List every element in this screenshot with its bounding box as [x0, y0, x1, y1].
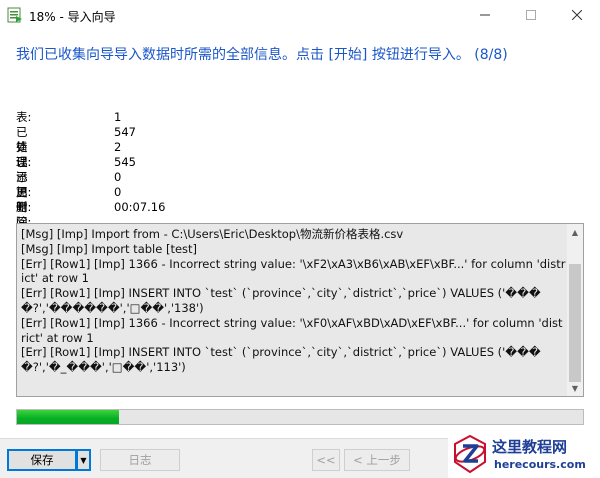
progress-fill: [17, 410, 119, 424]
minimize-icon: [480, 14, 490, 16]
chevron-down-icon: ▼: [80, 455, 87, 465]
site-watermark: 这里教程网 herecours.com: [448, 430, 600, 478]
close-icon: [572, 10, 582, 20]
import-wizard-icon: [7, 7, 22, 23]
window-title: 18% - 导入向导: [29, 10, 116, 24]
first-step-button[interactable]: <<: [312, 449, 340, 471]
maximize-icon: [526, 10, 536, 20]
import-progress-bar: [16, 409, 584, 425]
minimize-button[interactable]: [462, 0, 508, 30]
log-line: [Msg] [Imp] Import table [test]: [21, 241, 198, 256]
stat-value: 0: [114, 185, 122, 199]
stat-value: 547: [114, 125, 136, 139]
stat-value: 0: [114, 170, 122, 184]
stat-label: 表:: [16, 110, 32, 124]
log-line: [Err] [Row1] [Imp] INSERT INTO `test` (`…: [21, 345, 541, 375]
import-log[interactable]: [Msg] [Imp] Import from - C:\Users\Eric\…: [16, 223, 584, 397]
stat-value: 2: [114, 140, 122, 154]
title-bar: 18% - 导入向导: [0, 0, 600, 30]
watermark-url: herecours.com: [494, 458, 586, 471]
site-logo-icon: [454, 434, 486, 474]
stat-value: 545: [114, 155, 136, 169]
maximize-button[interactable]: [508, 0, 554, 30]
log-line: [Err] [Row1] [Imp] 1366 - Incorrect stri…: [21, 315, 563, 345]
save-button[interactable]: 保存: [7, 449, 77, 471]
scrollbar-thumb[interactable]: [569, 264, 581, 382]
stat-value: 1: [114, 110, 122, 124]
watermark-name: 这里教程网: [492, 438, 568, 456]
wizard-heading: 我们已收集向导导入数据时所需的全部信息。点击 [开始] 按钮进行导入。 (8/8…: [16, 47, 508, 63]
scroll-down-icon[interactable]: ▼: [567, 380, 583, 396]
log-line: [Err] [Row1] [Imp] INSERT INTO `test` (`…: [21, 286, 541, 315]
stat-value: 00:07.16: [114, 200, 166, 214]
log-lines: [Msg] [Imp] Import from - C:\Users\Eric\…: [21, 227, 567, 375]
save-dropdown-button[interactable]: ▼: [76, 449, 91, 471]
close-button[interactable]: [554, 0, 600, 30]
log-line: [Msg] [Imp] Import from - C:\Users\Eric\…: [21, 227, 404, 241]
log-scrollbar[interactable]: ▲ ▼: [567, 224, 583, 396]
log-line: [Err] [Row1] [Imp] 1366 - Incorrect stri…: [21, 256, 566, 286]
log-button[interactable]: 日志: [100, 449, 180, 471]
scroll-up-icon[interactable]: ▲: [567, 224, 583, 240]
back-button[interactable]: < 上一步: [344, 449, 410, 471]
